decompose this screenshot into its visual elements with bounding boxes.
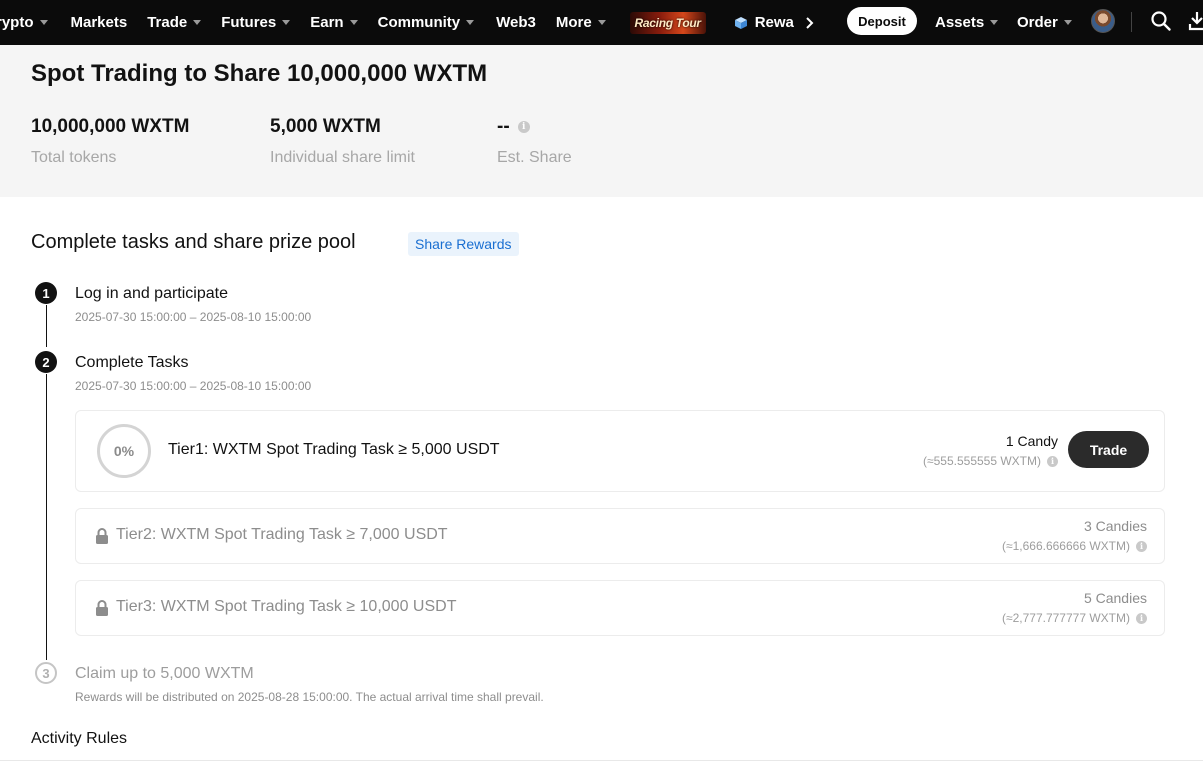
search-icon[interactable] — [1150, 10, 1172, 32]
lock-icon — [96, 600, 108, 616]
cube-icon — [734, 16, 747, 29]
nav-item-order[interactable]: Order — [1017, 0, 1072, 45]
stat-share-limit: 5,000 WXTM Individual share limit — [270, 115, 415, 167]
step-title: Claim up to 5,000 WXTM — [75, 665, 254, 682]
chevron-right-icon[interactable] — [804, 16, 814, 30]
task-card-tier2: Tier2: WXTM Spot Trading Task ≥ 7,000 US… — [75, 508, 1165, 564]
top-nav: rypto Markets Trade Futures Earn Communi… — [0, 0, 1203, 45]
step-connector — [46, 374, 47, 660]
reward-amount: 3 Candies — [1083, 518, 1147, 534]
nav-item-web3[interactable]: Web3 — [496, 0, 536, 45]
chevron-down-icon — [349, 20, 358, 25]
chevron-down-icon — [39, 20, 48, 25]
page-title: Spot Trading to Share 10,000,000 WXTM — [31, 60, 488, 87]
step-date-range: 2025-07-30 15:00:00 – 2025-08-10 15:00:0… — [75, 379, 312, 393]
chevron-down-icon — [193, 20, 202, 25]
stat-label: Individual share limit — [270, 149, 415, 166]
stat-value: 10,000,000 WXTM — [31, 116, 190, 137]
task-name: Tier2: WXTM Spot Trading Task ≥ 7,000 US… — [116, 526, 448, 543]
trade-button[interactable]: Trade — [1068, 431, 1149, 468]
step-title: Log in and participate — [75, 285, 228, 302]
chevron-down-icon — [466, 20, 475, 25]
task-name: Tier3: WXTM Spot Trading Task ≥ 10,000 U… — [116, 598, 457, 615]
task-name: Tier1: WXTM Spot Trading Task ≥ 5,000 US… — [168, 441, 500, 458]
progress-ring: 0% — [97, 424, 151, 478]
activity-rules-heading: Activity Rules — [31, 730, 128, 747]
reward-equivalent: (≈2,777.777777 WXTM) — [1002, 611, 1130, 625]
nav-item-markets[interactable]: Markets — [71, 0, 128, 45]
step-connector — [46, 305, 47, 347]
racing-tour-banner[interactable]: Racing Tour — [629, 11, 706, 34]
info-icon[interactable]: i — [1136, 612, 1147, 624]
step-number-1: 1 — [35, 282, 57, 304]
share-rewards-badge[interactable]: Share Rewards — [408, 232, 519, 256]
task-reward: 3 Candies (≈1,666.666666 WXTM) i — [1002, 518, 1147, 553]
lock-icon — [96, 528, 108, 544]
stat-value: 5,000 WXTM — [270, 116, 381, 137]
stat-value: -- — [497, 116, 510, 137]
chevron-down-icon — [597, 20, 606, 25]
chevron-down-icon — [1063, 20, 1072, 25]
stat-label: Est. Share — [497, 149, 572, 166]
deposit-button[interactable]: Deposit — [847, 7, 917, 35]
chevron-down-icon — [990, 20, 999, 25]
nav-item-more[interactable]: More — [556, 0, 606, 45]
info-icon[interactable]: i — [517, 121, 530, 133]
info-icon[interactable]: i — [1136, 540, 1147, 552]
stat-label: Total tokens — [31, 149, 117, 166]
step-number-2: 2 — [35, 351, 57, 373]
task-card-tier1: 0% Tier1: WXTM Spot Trading Task ≥ 5,000… — [75, 410, 1165, 492]
divider — [0, 760, 1203, 761]
nav-item-crypto[interactable]: rypto — [0, 0, 48, 45]
nav-item-earn[interactable]: Earn — [310, 0, 358, 45]
task-card-tier3: Tier3: WXTM Spot Trading Task ≥ 10,000 U… — [75, 580, 1165, 636]
info-icon[interactable]: i — [1047, 455, 1058, 467]
avatar[interactable] — [1091, 9, 1115, 33]
section-title: Complete tasks and share prize pool — [31, 231, 356, 253]
hero-section: Spot Trading to Share 10,000,000 WXTM 10… — [0, 45, 1203, 197]
download-icon[interactable] — [1188, 10, 1203, 32]
step-date-range: 2025-07-30 15:00:00 – 2025-08-10 15:00:0… — [75, 310, 312, 324]
step-number-3: 3 — [35, 662, 57, 684]
nav-item-futures[interactable]: Futures — [221, 0, 291, 45]
nav-item-rewards[interactable]: Rewa — [734, 14, 814, 31]
nav-divider — [1131, 12, 1132, 32]
reward-equivalent: (≈555.555555 WXTM) — [923, 454, 1041, 468]
task-reward: 5 Candies (≈2,777.777777 WXTM) i — [1002, 590, 1147, 625]
nav-item-community[interactable]: Community — [378, 0, 475, 45]
reward-amount: 5 Candies — [1083, 590, 1147, 606]
stat-est-share: -- i Est. Share — [497, 115, 572, 167]
reward-equivalent: (≈1,666.666666 WXTM) — [1002, 539, 1130, 553]
chevron-down-icon — [282, 20, 291, 25]
stat-total-tokens: 10,000,000 WXTM Total tokens — [31, 115, 189, 167]
step-description: Rewards will be distributed on 2025-08-2… — [75, 690, 544, 704]
reward-amount: 1 Candy — [1005, 433, 1058, 449]
nav-item-trade[interactable]: Trade — [147, 0, 202, 45]
nav-item-assets[interactable]: Assets — [935, 0, 999, 45]
task-reward: 1 Candy (≈555.555555 WXTM) i — [923, 433, 1058, 468]
step-title: Complete Tasks — [75, 354, 189, 371]
